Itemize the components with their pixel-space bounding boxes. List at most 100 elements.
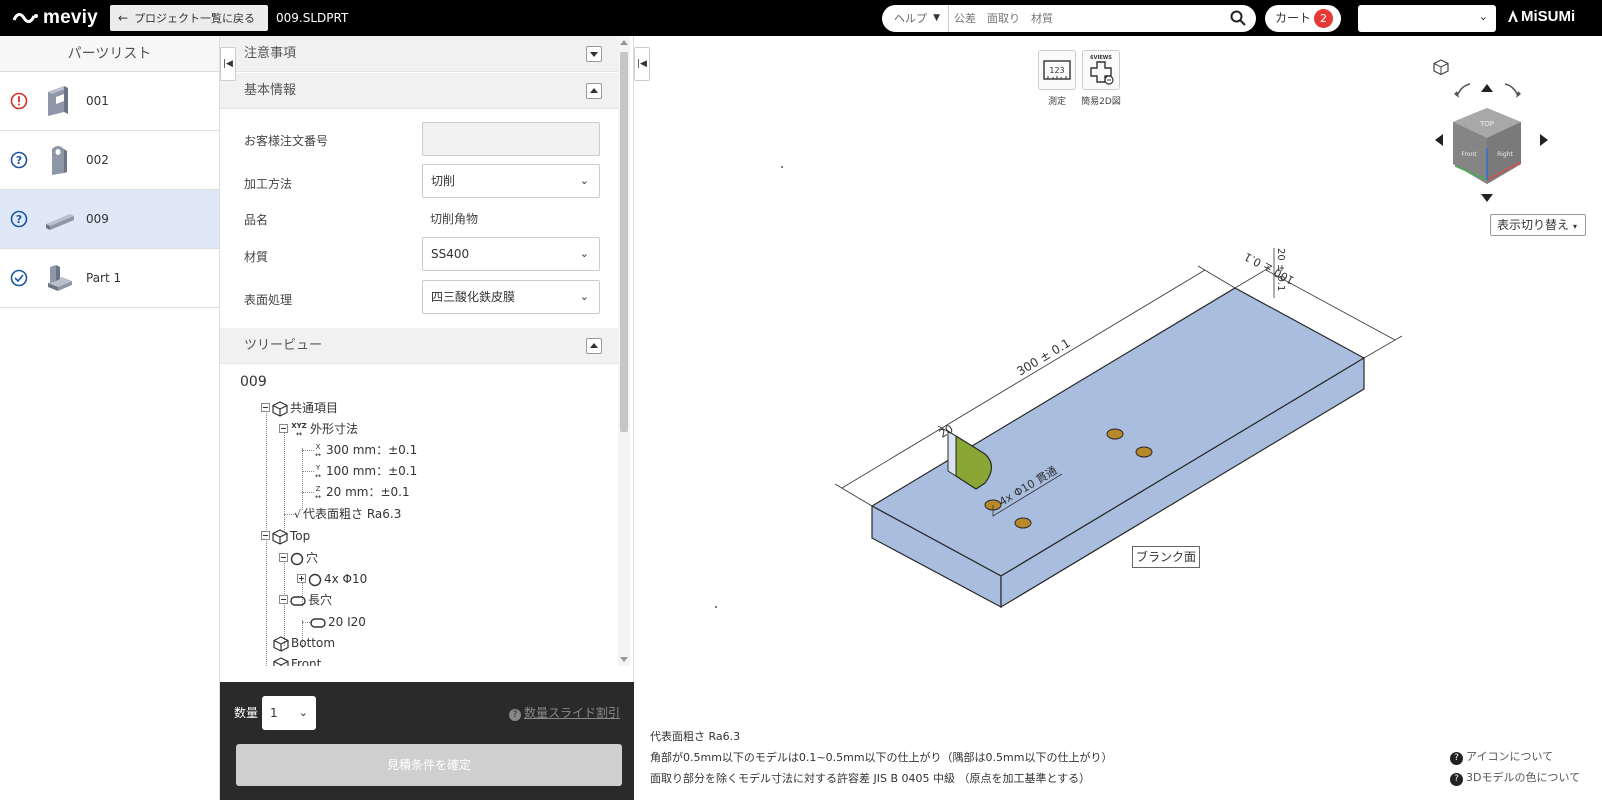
part-name: 002 — [86, 153, 109, 167]
hole-feature[interactable] — [1106, 428, 1124, 440]
tree-node-y-dimension[interactable]: Y ↔ 100 mm：±0.1 — [312, 461, 417, 481]
expand-toggle-icon[interactable] — [586, 46, 602, 62]
collapse-parts-list-button[interactable]: |◀ — [220, 47, 236, 81]
tree-node-hole[interactable]: 穴 — [279, 548, 318, 568]
rotate-left-icon[interactable] — [1456, 83, 1471, 97]
basic-info-section-title: 基本情報 — [244, 83, 297, 98]
machining-method-select[interactable]: 切削 ⌄ — [422, 164, 600, 198]
meviy-logo-icon — [12, 12, 38, 23]
part-item-009[interactable]: ? 009 — [0, 190, 219, 249]
tree-node-top[interactable]: Top — [261, 526, 310, 546]
chevron-down-icon: ⌄ — [579, 174, 589, 187]
rotate-right-icon[interactable] — [1504, 83, 1519, 97]
confirm-quote-button[interactable]: 見積条件を確定 — [236, 744, 622, 786]
model-color-help-link[interactable]: ? 3Dモデルの色について — [1450, 769, 1580, 786]
file-name: 009.SLDPRT — [276, 11, 349, 25]
scroll-up-icon[interactable] — [620, 40, 628, 45]
logo-text: meviy — [43, 7, 98, 28]
tree-node-hole-item[interactable]: 4x Φ10 — [297, 569, 367, 589]
arrow-right-icon[interactable] — [1540, 134, 1548, 146]
tree-node-slot-item[interactable]: 20 I20 — [310, 612, 366, 632]
collapse-node-icon[interactable] — [279, 595, 288, 604]
cube-icon — [272, 400, 288, 417]
expand-node-icon[interactable] — [297, 574, 306, 583]
tree-node-x-dimension[interactable]: X ↔ 300 mm：±0.1 — [312, 440, 417, 460]
tree-node-z-dimension[interactable]: Z ↔ 20 mm：±0.1 — [312, 482, 410, 502]
icon-help-link[interactable]: ? アイコンについて — [1450, 748, 1553, 765]
display-toggle-label: 表示切り替え — [1497, 218, 1570, 232]
tree-node-label: 100 mm：±0.1 — [326, 464, 418, 478]
footer-note: 代表面粗さ Ra6.3 — [650, 730, 741, 743]
help-icon: ? — [1450, 752, 1463, 765]
order-number-input[interactable] — [422, 122, 600, 156]
length-dimension-text: 300 ± 0.1 — [1014, 336, 1072, 379]
marker-dot — [781, 166, 783, 168]
tree-guide-line — [302, 448, 303, 510]
notes-section-title: 注意事項 — [244, 46, 297, 61]
collapse-toggle-icon[interactable] — [586, 83, 602, 99]
cube-face-front: Front — [1461, 151, 1477, 158]
material-select[interactable]: SS400 ⌄ — [422, 237, 600, 271]
tree-view-section-header[interactable]: ツリービュー — [220, 328, 620, 364]
account-select[interactable]: ⌄ — [1358, 5, 1496, 32]
collapse-node-icon[interactable] — [279, 553, 288, 562]
search-input[interactable] — [954, 5, 1214, 32]
notes-section-header[interactable]: 注意事項 — [220, 36, 620, 72]
tree-node-roughness[interactable]: √ 代表面粗さ Ra6.3 — [294, 504, 401, 524]
search-icon[interactable] — [1230, 10, 1246, 26]
footer-note: 角部が0.5mm以下のモデルは0.1~0.5mm以下の仕上がり（隅部は0.5mm… — [650, 751, 1113, 764]
hole-icon — [290, 552, 304, 565]
arrow-left-icon[interactable] — [1435, 134, 1443, 146]
hole-feature[interactable] — [1014, 517, 1032, 529]
check-status-icon — [10, 269, 28, 287]
help-select[interactable]: ヘルプ ▼ — [882, 5, 949, 32]
surface-roughness-icon: √ — [294, 507, 302, 521]
collapse-node-icon[interactable] — [261, 403, 270, 412]
machining-method-label: 加工方法 — [244, 177, 293, 191]
view-cube-navigator[interactable]: TOP Front Right — [1425, 56, 1565, 216]
scroll-down-icon[interactable] — [620, 657, 628, 662]
tree-node-label: 300 mm：±0.1 — [326, 443, 418, 457]
panel-scrollbar[interactable] — [618, 36, 630, 666]
back-to-projects-button[interactable]: ← プロジェクト一覧に戻る — [110, 5, 268, 31]
tree-node-common[interactable]: 共通項目 — [261, 398, 338, 418]
hole-feature[interactable] — [1135, 446, 1153, 458]
home-cube-icon[interactable] — [1433, 59, 1449, 76]
3d-viewer[interactable]: 123 測定 6VIEWS 簡易2D図 300 ± 0.1 100 ± 0.1 — [650, 36, 1602, 800]
tree-node-front[interactable]: Front — [273, 654, 321, 666]
slot-icon — [290, 595, 306, 606]
quantity-label: 数量 — [234, 706, 259, 720]
collapse-node-icon[interactable] — [261, 531, 270, 540]
tree-node-bottom[interactable]: Bottom — [273, 633, 335, 653]
arrow-up-icon[interactable] — [1481, 84, 1493, 92]
part-item-001[interactable]: 001 — [0, 72, 219, 131]
cart-count-badge: 2 — [1314, 9, 1333, 28]
collapse-settings-panel-button[interactable]: |◀ — [634, 47, 650, 81]
scrollbar-thumb[interactable] — [620, 52, 628, 432]
tree-node-label: 20 I20 — [328, 615, 366, 629]
collapse-node-icon[interactable] — [279, 424, 288, 433]
part-name: 009 — [86, 212, 109, 226]
arrow-down-icon[interactable] — [1481, 194, 1493, 202]
collapse-toggle-icon[interactable] — [586, 338, 602, 354]
cart-button[interactable]: カート 2 — [1265, 5, 1341, 32]
orientation-cube[interactable]: TOP Front Right — [1453, 108, 1522, 184]
part-name: 001 — [86, 94, 109, 108]
misumi-text: MiSUMi — [1521, 8, 1576, 25]
search-bar: ヘルプ ▼ — [882, 5, 1256, 32]
quantity-select[interactable]: 1 ⌄ — [262, 696, 316, 730]
basic-info-section-header[interactable]: 基本情報 — [220, 73, 620, 109]
help-icon: ? — [1450, 773, 1463, 786]
quantity-slide-discount-link[interactable]: ? 数量スライド割引 — [508, 704, 620, 721]
tree-node-outer-dimensions[interactable]: XYZ ↔ 外形寸法 — [279, 419, 358, 439]
quantity-slide-discount-text: 数量スライド割引 — [523, 706, 620, 720]
meviy-logo[interactable]: meviy — [12, 7, 98, 29]
tree-node-slot[interactable]: 長穴 — [279, 590, 332, 610]
display-toggle-select[interactable]: 表示切り替え ▾ — [1490, 214, 1586, 236]
help-icon: ? — [508, 709, 521, 721]
part-item-002[interactable]: ? 002 — [0, 131, 219, 190]
tree-node-label: 20 mm：±0.1 — [326, 485, 410, 499]
surface-treatment-select[interactable]: 四三酸化鉄皮膜 ⌄ — [422, 280, 600, 314]
part-item-part-1[interactable]: Part 1 — [0, 249, 219, 308]
misumi-logo[interactable]: MiSUMi — [1508, 8, 1575, 25]
